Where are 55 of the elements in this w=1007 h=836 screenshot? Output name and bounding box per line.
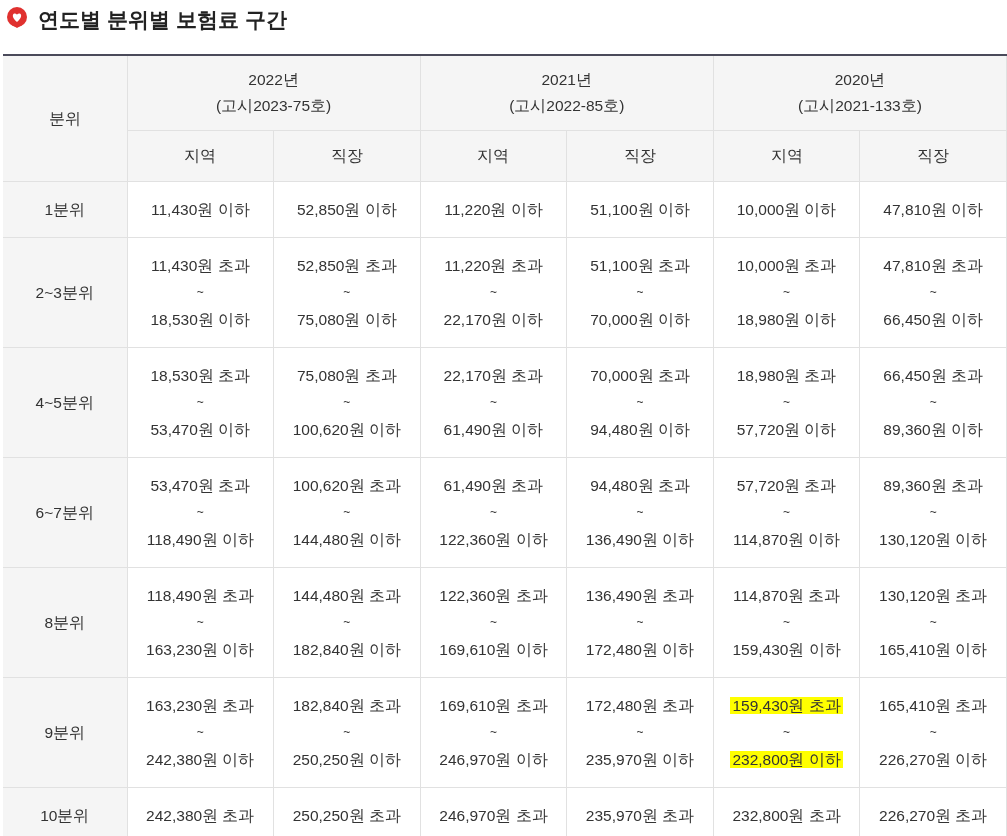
table-cell: 172,480원 초과 ~ 235,970원 이하	[566, 677, 714, 787]
table-cell: 1분위	[3, 181, 127, 237]
table-cell: 136,490원 초과 ~ 172,480원 이하	[566, 567, 714, 677]
table-cell: 11,220원 초과 ~ 22,170원 이하	[420, 237, 567, 347]
table-cell: 70,000원 초과 ~ 94,480원 이하	[566, 347, 714, 457]
header-cell: 직장	[273, 130, 421, 181]
table-cell: 11,430원 초과 ~ 18,530원 이하	[127, 237, 274, 347]
table-cell: 122,360원 초과 ~ 169,610원 이하	[420, 567, 567, 677]
header-cell: 지역	[713, 130, 860, 181]
table-cell: 182,840원 초과 ~ 250,250원 이하	[273, 677, 421, 787]
header-cell: 직장	[859, 130, 1007, 181]
table-cell: 57,720원 초과 ~ 114,870원 이하	[713, 457, 860, 567]
table-cell: 165,410원 초과 ~ 226,270원 이하	[859, 677, 1007, 787]
header-cell: 지역	[127, 130, 274, 181]
table-cell: 163,230원 초과 ~ 242,380원 이하	[127, 677, 274, 787]
table-cell: 66,450원 초과 ~ 89,360원 이하	[859, 347, 1007, 457]
header-cell: 분위	[3, 55, 127, 181]
table-cell: 51,100원 초과 ~ 70,000원 이하	[566, 237, 714, 347]
table-cell: 118,490원 초과 ~ 163,230원 이하	[127, 567, 274, 677]
header-cell: 2022년 (고시2023-75호)	[127, 55, 421, 130]
header-cell: 2021년 (고시2022-85호)	[420, 55, 714, 130]
table-cell: 130,120원 초과 ~ 165,410원 이하	[859, 567, 1007, 677]
table-cell: 6~7분위	[3, 457, 127, 567]
table-cell: 52,850원 초과 ~ 75,080원 이하	[273, 237, 421, 347]
table-cell: 47,810원 초과 ~ 66,450원 이하	[859, 237, 1007, 347]
table-cell: 47,810원 이하	[859, 181, 1007, 237]
header-cell: 2020년 (고시2021-133호)	[713, 55, 1007, 130]
header-cell: 지역	[420, 130, 567, 181]
table-cell: 11,220원 이하	[420, 181, 567, 237]
table-cell: 52,850원 이하	[273, 181, 421, 237]
table-cell: 18,530원 초과 ~ 53,470원 이하	[127, 347, 274, 457]
heart-bubble-icon	[6, 7, 28, 29]
table-cell: 18,980원 초과 ~ 57,720원 이하	[713, 347, 860, 457]
table-cell: 159,430원 초과 ~ 232,800원 이하	[713, 677, 860, 787]
table-cell: 61,490원 초과 ~ 122,360원 이하	[420, 457, 567, 567]
header-cell: 직장	[566, 130, 714, 181]
table-cell: 10분위	[3, 787, 127, 836]
table-cell: 2~3분위	[3, 237, 127, 347]
table-cell: 53,470원 초과 ~ 118,490원 이하	[127, 457, 274, 567]
section-title: 연도별 분위별 보험료 구간	[38, 7, 287, 33]
table-cell: 11,430원 이하	[127, 181, 274, 237]
table-cell: 89,360원 초과 ~ 130,120원 이하	[859, 457, 1007, 567]
table-cell: 51,100원 이하	[566, 181, 714, 237]
table-cell: 10,000원 이하	[713, 181, 860, 237]
table-cell: 9분위	[3, 677, 127, 787]
table-cell: 144,480원 초과 ~ 182,840원 이하	[273, 567, 421, 677]
table-cell: 8분위	[3, 567, 127, 677]
table-cell: 94,480원 초과 ~ 136,490원 이하	[566, 457, 714, 567]
table-cell: 75,080원 초과 ~ 100,620원 이하	[273, 347, 421, 457]
table-cell: 22,170원 초과 ~ 61,490원 이하	[420, 347, 567, 457]
table-cell: 10,000원 초과 ~ 18,980원 이하	[713, 237, 860, 347]
table-cell: 100,620원 초과 ~ 144,480원 이하	[273, 457, 421, 567]
table-cell: 169,610원 초과 ~ 246,970원 이하	[420, 677, 567, 787]
table-cell: 114,870원 초과 ~ 159,430원 이하	[713, 567, 860, 677]
table-cell: 4~5분위	[3, 347, 127, 457]
